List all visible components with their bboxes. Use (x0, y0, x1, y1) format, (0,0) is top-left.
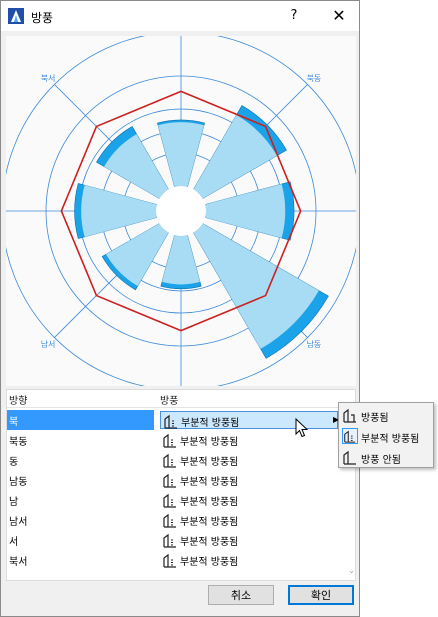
direction-label: 북동 (307, 74, 322, 83)
partially-shielded-icon (163, 453, 176, 468)
shielding-dropdown[interactable]: 부분적 방풍됨 (160, 551, 338, 569)
shielding-dropdown[interactable]: 부분적 방풍됨 ▶ (160, 411, 339, 429)
sector-inner (81, 185, 157, 237)
partially-shielded-icon (163, 473, 176, 488)
help-button[interactable]: ? (283, 5, 305, 27)
direction-cell: 남 (9, 497, 19, 508)
partially-shielded-icon (163, 433, 176, 448)
shielding-column-header: 방풍 (160, 396, 179, 407)
shielding-value: 부분적 방풍됨 (180, 557, 239, 568)
shielding-value: 부분적 방풍됨 (180, 497, 239, 508)
direction-label: 남동 (307, 340, 322, 349)
direction-cell: 동 (9, 457, 19, 468)
shielding-dropdown[interactable]: 부분적 방풍됨 (160, 471, 338, 489)
partially-shielded-icon (163, 533, 176, 548)
mouse-cursor-icon (295, 418, 309, 438)
direction-cell: 남동 (9, 477, 28, 488)
direction-cell: 남서 (9, 517, 28, 528)
direction-cell: 북동 (9, 437, 28, 448)
table-row-east[interactable]: 동 부분적 방풍됨 (7, 450, 347, 470)
menu-item-label: 방풍 안됨 (361, 455, 401, 466)
shielding-rose-chart: 북북동동남동남남서서북서 (6, 36, 356, 386)
direction-label: 남서 (41, 340, 56, 349)
direction-cell: 서 (9, 537, 19, 548)
header-divider (7, 407, 347, 408)
direction-label: 북서 (41, 74, 56, 83)
partially-shielded-icon (342, 428, 358, 444)
menu-item-label: 부분적 방풍됨 (361, 434, 420, 445)
center-hole (156, 186, 206, 236)
menu-item-label: 방풍됨 (361, 413, 389, 424)
partially-shielded-icon (163, 513, 176, 528)
menu-item-partially-shielded[interactable]: 부분적 방풍됨 (340, 426, 432, 446)
partially-shielded-icon (164, 414, 177, 429)
menu-item-not-shielded[interactable]: 방풍 안됨 (340, 447, 432, 467)
sector-inner (158, 122, 204, 187)
sector-inner (205, 184, 286, 238)
table-row-west[interactable]: 서 부분적 방풍됨 (7, 530, 347, 550)
shielding-value: 부분적 방풍됨 (180, 457, 239, 468)
table-row-northwest[interactable]: 북서 부분적 방풍됨 (7, 550, 347, 570)
table-row-south[interactable]: 남 부분적 방풍됨 (7, 490, 347, 510)
direction-cell: 북서 (9, 557, 28, 568)
shielding-dropdown[interactable]: 부분적 방풍됨 (160, 511, 338, 529)
menu-item-shielded[interactable]: 방풍됨 (340, 405, 432, 425)
direction-column-header: 방향 (9, 396, 28, 407)
partially-shielded-icon (163, 493, 176, 508)
shielded-icon (343, 408, 356, 423)
shielding-dropdown[interactable]: 부분적 방풍됨 (160, 531, 338, 549)
shielding-value: 부분적 방풍됨 (180, 517, 239, 528)
title-bar: 방풍 ? ✕ (1, 1, 359, 31)
shielding-value: 부분적 방풍됨 (181, 418, 240, 429)
close-button[interactable]: ✕ (327, 5, 351, 27)
shielding-dialog: 방풍 ? ✕ 북북동동남동남남서서북서 방향 방풍 북 부분적 방풍됨 ▶ 북동… (0, 0, 360, 617)
shielding-value: 부분적 방풍됨 (180, 437, 239, 448)
scroll-down-arrow-icon[interactable]: ⌄ (347, 566, 356, 576)
ok-button[interactable]: 확인 (288, 585, 354, 605)
shielding-dropdown[interactable]: 부분적 방풍됨 (160, 431, 338, 449)
shielding-value: 부분적 방풍됨 (180, 537, 239, 548)
cancel-button[interactable]: 취소 (208, 585, 274, 605)
shielding-options-menu: 방풍됨 부분적 방풍됨 방풍 안됨 (338, 402, 434, 468)
table-row-southwest[interactable]: 남서 부분적 방풍됨 (7, 510, 347, 530)
shielding-dropdown[interactable]: 부분적 방풍됨 (160, 451, 338, 469)
partially-shielded-icon (163, 553, 176, 568)
shielding-dropdown[interactable]: 부분적 방풍됨 (160, 491, 338, 509)
window-title: 방풍 (31, 11, 54, 25)
direction-cell: 북 (7, 410, 154, 430)
shielding-value: 부분적 방풍됨 (180, 477, 239, 488)
wind-rose-app-icon (8, 8, 24, 24)
table-row-southeast[interactable]: 남동 부분적 방풍됨 (7, 470, 347, 490)
not-shielded-icon (343, 450, 356, 465)
